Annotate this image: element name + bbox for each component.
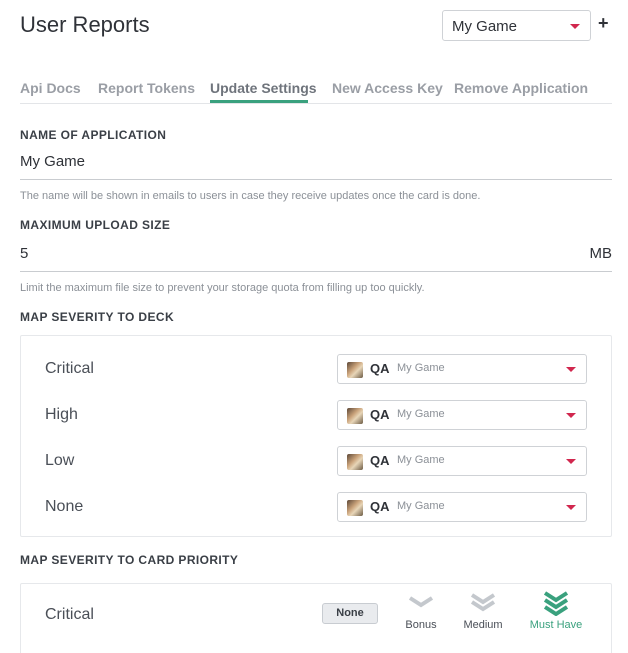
severity-priority-panel: Critical None Bonus Medium Must Have <box>20 583 612 653</box>
priority-option-label: Medium <box>463 619 503 631</box>
deck-avatar <box>347 500 363 516</box>
deck-project: My Game <box>397 362 445 374</box>
single-chevron-down-icon <box>408 596 434 608</box>
deck-project: My Game <box>397 500 445 512</box>
caret-down-icon <box>566 459 576 464</box>
upload-size-label: MAXIMUM UPLOAD SIZE <box>20 218 171 232</box>
severity-name: Critical <box>45 360 94 377</box>
priority-option-medium[interactable]: Medium <box>453 590 513 631</box>
triple-chevron-down-icon <box>543 591 569 616</box>
deck-selector[interactable]: QA My Game <box>337 446 587 476</box>
deck-name: QA <box>370 361 390 376</box>
name-field-hint: The name will be shown in emails to user… <box>20 190 481 202</box>
deck-project: My Game <box>397 454 445 466</box>
severity-deck-row: Low QA My Game <box>21 444 611 480</box>
severity-priority-label: MAP SEVERITY TO CARD PRIORITY <box>20 553 239 567</box>
name-input[interactable]: My Game <box>20 153 85 170</box>
name-field-label: NAME OF APPLICATION <box>20 128 167 142</box>
caret-down-icon <box>566 505 576 510</box>
add-application-button[interactable]: + <box>598 14 609 32</box>
severity-deck-row: None QA My Game <box>21 490 611 526</box>
name-input-underline <box>20 179 612 180</box>
priority-option-label: Bonus <box>405 619 437 631</box>
priority-option-must-have[interactable]: Must Have <box>526 590 586 631</box>
caret-down-icon <box>566 413 576 418</box>
double-chevron-down-icon <box>470 593 496 612</box>
upload-size-hint: Limit the maximum file size to prevent y… <box>20 282 425 294</box>
deck-name: QA <box>370 499 390 514</box>
app-selector[interactable]: My Game <box>442 10 591 41</box>
tab-remove-application[interactable]: Remove Application <box>454 80 588 96</box>
upload-size-input[interactable]: 5 <box>20 245 28 262</box>
deck-project: My Game <box>397 408 445 420</box>
severity-deck-row: High QA My Game <box>21 398 611 434</box>
deck-name: QA <box>370 407 390 422</box>
deck-selector[interactable]: QA My Game <box>337 492 587 522</box>
upload-size-underline <box>20 271 612 272</box>
deck-avatar <box>347 362 363 378</box>
caret-down-icon <box>566 367 576 372</box>
tab-report-tokens[interactable]: Report Tokens <box>98 80 195 96</box>
tab-bar: Api Docs Report Tokens Update Settings N… <box>20 78 612 104</box>
deck-selector[interactable]: QA My Game <box>337 400 587 430</box>
deck-avatar <box>347 408 363 424</box>
priority-option-label: Must Have <box>529 619 583 631</box>
priority-option-bonus[interactable]: Bonus <box>391 590 451 631</box>
active-tab-indicator <box>210 100 308 103</box>
severity-name: Low <box>45 452 75 469</box>
tab-api-docs[interactable]: Api Docs <box>20 80 81 96</box>
severity-deck-label: MAP SEVERITY TO DECK <box>20 310 175 324</box>
caret-down-icon <box>570 24 580 29</box>
tab-new-access-key[interactable]: New Access Key <box>332 80 443 96</box>
severity-name: High <box>45 406 78 423</box>
tab-update-settings[interactable]: Update Settings <box>210 80 317 96</box>
severity-deck-panel: Critical QA My Game High QA My Game Low … <box>20 335 612 537</box>
priority-none-button[interactable]: None <box>322 603 378 624</box>
app-selector-value: My Game <box>452 18 518 35</box>
page-title: User Reports <box>20 12 150 37</box>
deck-selector[interactable]: QA My Game <box>337 354 587 384</box>
deck-avatar <box>347 454 363 470</box>
severity-name: Critical <box>45 606 94 623</box>
severity-name: None <box>45 498 84 515</box>
severity-deck-row: Critical QA My Game <box>21 352 611 388</box>
deck-name: QA <box>370 453 390 468</box>
upload-size-unit: MB <box>589 245 613 262</box>
